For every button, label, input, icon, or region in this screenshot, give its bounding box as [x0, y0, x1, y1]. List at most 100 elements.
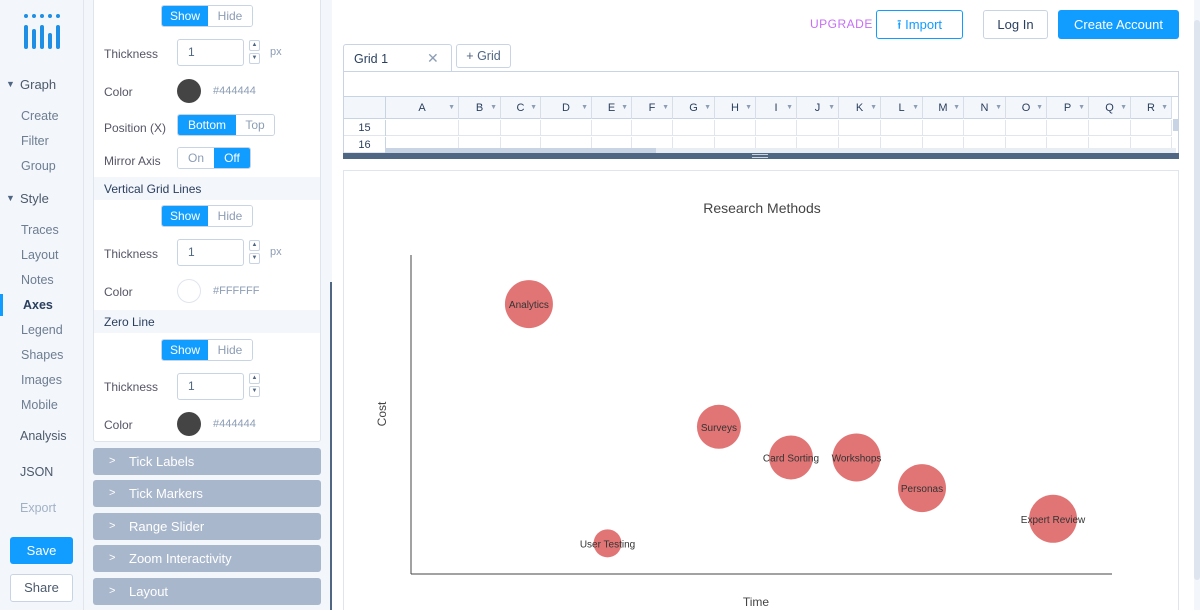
column-header[interactable]: M ▼ [923, 97, 964, 119]
column-menu-icon[interactable]: ▼ [662, 97, 669, 119]
fold-tick-markers[interactable]: > Tick Markers [93, 480, 321, 507]
zero-line-hide-option[interactable]: Hide [208, 340, 252, 360]
resize-divider[interactable] [343, 153, 1179, 159]
column-header[interactable]: E ▼ [592, 97, 632, 119]
table-cell[interactable] [839, 120, 881, 136]
close-icon[interactable]: ✕ [427, 50, 439, 67]
column-header[interactable]: I ▼ [756, 97, 797, 119]
logo-icon[interactable] [22, 12, 62, 52]
scatter-chart[interactable]: Research Methods Time Cost Analytics User Te… [344, 171, 1180, 611]
column-header[interactable]: B ▼ [459, 97, 501, 119]
vgrid-thickness-input[interactable]: 1 [177, 239, 244, 266]
column-menu-icon[interactable]: ▼ [912, 97, 919, 119]
column-menu-icon[interactable]: ▼ [530, 97, 537, 119]
nav-json[interactable]: JSON [0, 461, 84, 483]
grid-lines-show-option[interactable]: Show [162, 6, 208, 26]
table-cell[interactable] [459, 120, 501, 136]
nav-item-group[interactable]: Group [0, 155, 84, 177]
nav-export[interactable]: Export [0, 497, 84, 519]
nav-analysis[interactable]: Analysis [0, 425, 84, 447]
formula-bar[interactable] [344, 72, 1178, 97]
nav-item-legend[interactable]: Legend [0, 319, 84, 341]
nav-item-mobile[interactable]: Mobile [0, 394, 84, 416]
grid-color-swatch[interactable] [177, 79, 201, 103]
table-cell[interactable] [541, 120, 592, 136]
panel-scrollbar[interactable] [330, 282, 332, 610]
increment-icon[interactable]: ▲ [249, 240, 260, 251]
table-cell[interactable] [756, 120, 797, 136]
fold-tick-labels[interactable]: > Tick Labels [93, 448, 321, 475]
table-cell[interactable] [592, 120, 632, 136]
column-header[interactable]: D ▼ [541, 97, 592, 119]
column-menu-icon[interactable]: ▼ [490, 97, 497, 119]
nav-item-create[interactable]: Create [0, 105, 84, 127]
grid-thickness-input[interactable]: 1 [177, 39, 244, 66]
column-menu-icon[interactable]: ▼ [745, 97, 752, 119]
fold-range-slider[interactable]: > Range Slider [93, 513, 321, 540]
table-cell[interactable] [923, 120, 964, 136]
column-menu-icon[interactable]: ▼ [704, 97, 711, 119]
column-header[interactable]: O ▼ [1006, 97, 1047, 119]
nav-item-filter[interactable]: Filter [0, 130, 84, 152]
column-menu-icon[interactable]: ▼ [1161, 97, 1168, 119]
column-header[interactable]: H ▼ [715, 97, 756, 119]
column-menu-icon[interactable]: ▼ [1120, 97, 1127, 119]
column-menu-icon[interactable]: ▼ [870, 97, 877, 119]
nav-section-graph[interactable]: ▼ Graph [0, 70, 84, 98]
zero-thickness-stepper[interactable]: ▲ ▼ [249, 373, 261, 399]
column-header[interactable]: Q ▼ [1089, 97, 1131, 119]
column-menu-icon[interactable]: ▼ [581, 97, 588, 119]
column-menu-icon[interactable]: ▼ [953, 97, 960, 119]
nav-item-axes[interactable]: Axes [0, 294, 84, 316]
fold-zoom-interactivity[interactable]: > Zoom Interactivity [93, 545, 321, 572]
column-menu-icon[interactable]: ▼ [786, 97, 793, 119]
decrement-icon[interactable]: ▼ [249, 386, 260, 397]
nav-item-shapes[interactable]: Shapes [0, 344, 84, 366]
vertical-scrollbar[interactable] [1173, 119, 1178, 131]
page-scrollbar[interactable] [1194, 0, 1200, 610]
upgrade-link[interactable]: UPGRADE [810, 17, 873, 31]
nav-item-images[interactable]: Images [0, 369, 84, 391]
column-header[interactable]: R ▼ [1131, 97, 1172, 119]
column-header[interactable]: C ▼ [501, 97, 541, 119]
column-header[interactable]: P ▼ [1047, 97, 1089, 119]
column-header[interactable]: L ▼ [881, 97, 923, 119]
column-header[interactable]: A ▼ [386, 97, 459, 119]
column-header[interactable]: K ▼ [839, 97, 881, 119]
share-button[interactable]: Share [10, 574, 73, 602]
column-menu-icon[interactable]: ▼ [995, 97, 1002, 119]
column-header[interactable]: J ▼ [797, 97, 839, 119]
fold-layout[interactable]: > Layout [93, 578, 321, 605]
table-cell[interactable] [881, 120, 923, 136]
zero-line-show-option[interactable]: Show [162, 340, 208, 360]
import-button[interactable]: ⭱ Import [876, 10, 963, 39]
position-top-option[interactable]: Top [236, 115, 274, 135]
grid-lines-hide-option[interactable]: Hide [208, 6, 252, 26]
nav-section-style[interactable]: ▼ Style [0, 184, 84, 212]
zero-color-swatch[interactable] [177, 412, 201, 436]
table-cell[interactable] [673, 120, 715, 136]
add-grid-button[interactable]: + Grid [456, 44, 511, 68]
nav-item-traces[interactable]: Traces [0, 219, 84, 241]
column-menu-icon[interactable]: ▼ [1036, 97, 1043, 119]
column-header[interactable]: G ▼ [673, 97, 715, 119]
tab-grid-1[interactable]: Grid 1 ✕ [343, 44, 452, 72]
column-header[interactable]: F ▼ [632, 97, 673, 119]
grid-thickness-stepper[interactable]: ▲ ▼ [249, 40, 261, 66]
login-button[interactable]: Log In [983, 10, 1048, 39]
decrement-icon[interactable]: ▼ [249, 53, 260, 64]
zero-thickness-input[interactable]: 1 [177, 373, 244, 400]
nav-item-layout[interactable]: Layout [0, 244, 84, 266]
save-button[interactable]: Save [10, 537, 73, 564]
column-header[interactable]: N ▼ [964, 97, 1006, 119]
table-cell[interactable] [1006, 120, 1047, 136]
table-cell[interactable] [632, 120, 673, 136]
increment-icon[interactable]: ▲ [249, 40, 260, 51]
column-menu-icon[interactable]: ▼ [1078, 97, 1085, 119]
column-menu-icon[interactable]: ▼ [448, 97, 455, 119]
decrement-icon[interactable]: ▼ [249, 253, 260, 264]
vertical-grid-hide-option[interactable]: Hide [208, 206, 252, 226]
vertical-grid-show-option[interactable]: Show [162, 206, 208, 226]
table-cell[interactable] [797, 120, 839, 136]
table-cell[interactable] [386, 120, 459, 136]
